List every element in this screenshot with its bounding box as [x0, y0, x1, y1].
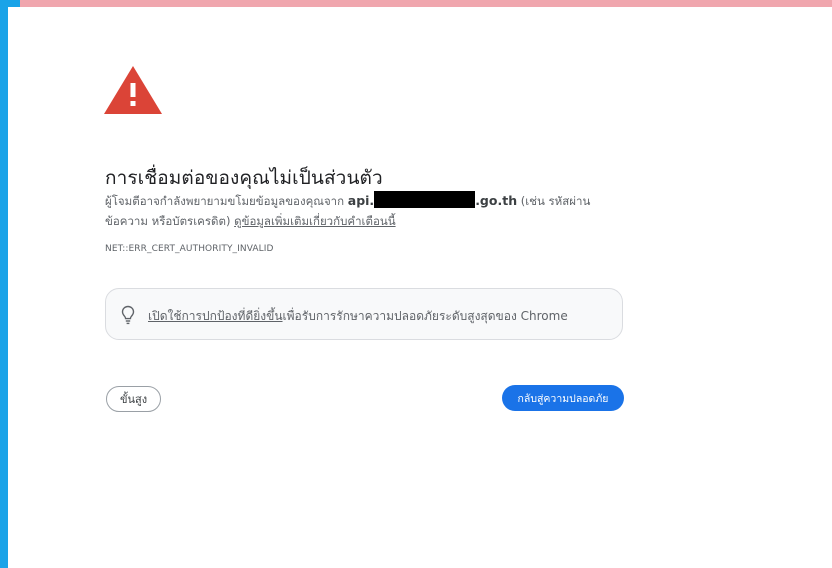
enable-protection-link[interactable]: เปิดใช้การปกป้องที่ดียิ่งขึ้น: [148, 309, 283, 323]
host-start: api.: [347, 193, 375, 208]
learn-more-link[interactable]: ดูข้อมูลเพิ่มเติมเกี่ยวกับคำเตือนนี้: [234, 214, 395, 228]
description-prefix: ผู้โจมตีอาจกำลังพยายามขโมยข้อมูลของคุณจา…: [105, 194, 348, 208]
advanced-button[interactable]: ขั้นสูง: [106, 386, 161, 412]
back-to-safety-button[interactable]: กลับสู่ความปลอดภัย: [502, 385, 624, 411]
enhanced-protection-box: เปิดใช้การปกป้องที่ดียิ่งขึ้นเพื่อรับการ…: [105, 288, 623, 340]
host-end: .go.th: [475, 193, 518, 208]
lightbulb-icon: [121, 305, 135, 325]
protection-text: เพื่อรับการรักษาความปลอดภัยระดับสูงสุดขอ…: [282, 309, 568, 323]
warning-description: ผู้โจมตีอาจกำลังพยายามขโมยข้อมูลของคุณจา…: [105, 191, 630, 231]
window-top-strip: [8, 0, 832, 7]
redacted-hostname: [374, 191, 476, 208]
error-code: NET::ERR_CERT_AUTHORITY_INVALID: [105, 244, 274, 254]
protection-message: เปิดใช้การปกป้องที่ดียิ่งขึ้นเพื่อรับการ…: [148, 307, 568, 326]
warning-triangle-icon: [104, 66, 162, 114]
window-left-border: [0, 0, 8, 568]
page-title: การเชื่อมต่อของคุณไม่เป็นส่วนตัว: [105, 166, 383, 189]
